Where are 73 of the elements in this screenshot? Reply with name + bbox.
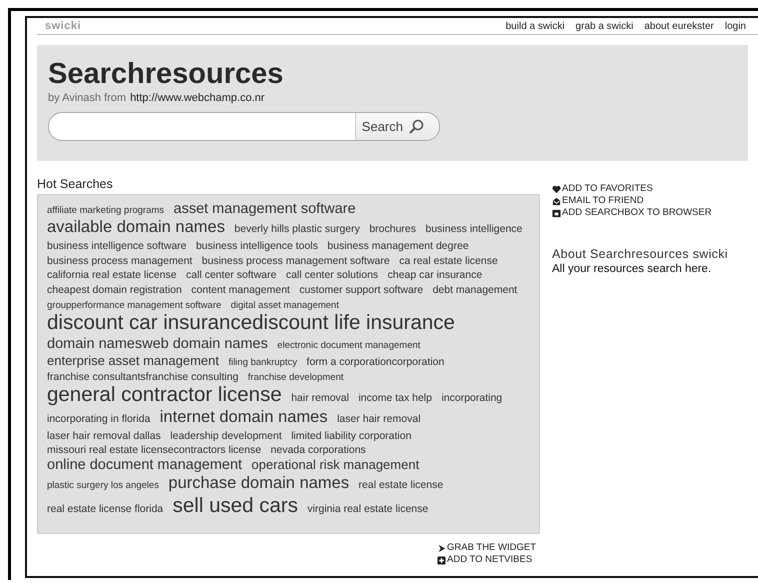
about-title: About Searchresources swicki xyxy=(552,247,729,261)
tag-link[interactable]: asset management software xyxy=(174,201,356,217)
nav-link[interactable]: grab a swicki xyxy=(576,20,634,32)
tag-link[interactable]: discount car insurancediscount life insurance xyxy=(47,310,455,334)
tag-link[interactable]: incorporating in florida xyxy=(47,412,150,425)
section-title: Hot Searches xyxy=(37,177,114,191)
tag-link[interactable]: debt management xyxy=(432,284,518,296)
tag-link[interactable]: franchise development xyxy=(248,372,344,383)
tag-link[interactable]: laser hair removal dallas xyxy=(47,430,161,442)
tag-link[interactable]: plastic surgery los angeles xyxy=(47,480,159,492)
tag-link[interactable]: laser hair removal xyxy=(337,412,421,425)
tag-link[interactable]: franchise consultantsfranchise consulting xyxy=(47,370,238,383)
widget-link[interactable]: ADD TO NETVIBES xyxy=(437,554,758,566)
search-field[interactable]: Search xyxy=(48,112,440,141)
page-title: Searchresources xyxy=(48,57,284,91)
tag-link[interactable]: online document management xyxy=(47,456,242,473)
tag-link[interactable]: hair removal xyxy=(291,392,349,404)
tag-link[interactable]: sell used cars xyxy=(172,494,298,517)
tag-link[interactable]: virginia real estate license xyxy=(307,502,428,515)
tag-link[interactable]: leadership development xyxy=(170,430,282,442)
tag-link[interactable]: ca real estate license xyxy=(399,254,498,267)
tag-link[interactable]: digital asset management xyxy=(230,300,339,311)
tag-link[interactable]: business process management xyxy=(47,254,192,267)
tag-link[interactable]: call center software xyxy=(186,269,276,282)
nav-link[interactable]: login xyxy=(724,20,746,32)
tag-link[interactable]: nevada corporations xyxy=(270,444,366,456)
tag-link[interactable]: available domain names xyxy=(47,218,225,236)
tag-link[interactable]: electronic document management xyxy=(277,340,420,351)
tag-link[interactable]: affiliate marketing programs xyxy=(47,205,164,216)
tag-link[interactable]: beverly hills plastic surgery xyxy=(234,223,360,236)
heart-icon xyxy=(552,184,561,194)
about-text: All your resources search here. xyxy=(552,263,712,275)
tag-link[interactable]: real estate license florida xyxy=(47,502,164,515)
tag-link[interactable]: customer support software xyxy=(299,284,424,296)
tag-link[interactable]: internet domain names xyxy=(160,408,328,426)
byline: by Avinash from xyxy=(48,92,126,104)
tag-link[interactable]: brochures xyxy=(369,223,416,236)
tag-link[interactable]: call center solutions xyxy=(286,269,378,282)
tag-link[interactable]: limited liability corporation xyxy=(291,430,412,442)
tag-link[interactable]: content management xyxy=(191,284,290,296)
tag-link[interactable]: business management degree xyxy=(327,240,469,252)
tag-link[interactable]: filing bankruptcy xyxy=(228,356,298,368)
tag-link[interactable]: incorporating xyxy=(441,392,502,404)
tag-link[interactable]: business intelligence tools xyxy=(196,240,318,252)
window-icon xyxy=(552,208,561,218)
nav-link[interactable]: about eurekster xyxy=(644,20,714,32)
tag-link[interactable]: income tax help xyxy=(358,392,432,404)
tag-link[interactable]: cheapest domain registration xyxy=(47,284,182,296)
tag-link[interactable]: form a corporationcorporation xyxy=(306,356,444,368)
url-link[interactable]: http://www.webchamp.co.nr xyxy=(130,92,265,104)
tag-link[interactable]: groupperformance management software xyxy=(47,300,222,311)
plus-icon xyxy=(437,556,446,564)
action-link[interactable]: EMAIL TO FRIEND xyxy=(552,195,742,207)
tag-link[interactable]: business process management software xyxy=(202,254,390,267)
tag-link[interactable]: cheap car insurance xyxy=(388,269,482,282)
tag-link[interactable]: business intelligence xyxy=(425,223,522,236)
tag-link[interactable]: general contractor license xyxy=(47,383,282,406)
action-link[interactable]: ADD SEARCHBOX TO BROWSER xyxy=(552,207,742,219)
arrow-icon xyxy=(437,544,446,552)
tag-link[interactable]: business intelligence software xyxy=(47,240,186,252)
tag-link[interactable]: missouri real estate licensecontractors license xyxy=(47,444,262,456)
action-link[interactable]: ADD TO FAVORITES xyxy=(552,183,742,195)
search-button[interactable]: Search xyxy=(354,113,439,140)
envelope-icon xyxy=(552,196,561,206)
tag-link[interactable]: real estate license xyxy=(358,479,444,492)
tag-link[interactable]: domain namesweb domain names xyxy=(47,336,268,352)
widget-link[interactable]: GRAB THE WIDGET xyxy=(437,542,758,554)
tag-link[interactable]: purchase domain names xyxy=(168,474,350,492)
tag-link[interactable]: california real estate license xyxy=(47,269,177,282)
nav-link[interactable]: build a swicki xyxy=(506,20,565,32)
tag-link[interactable]: operational risk management xyxy=(252,456,420,472)
search-icon xyxy=(407,118,425,136)
tag-link[interactable]: enterprise asset management xyxy=(47,352,219,368)
